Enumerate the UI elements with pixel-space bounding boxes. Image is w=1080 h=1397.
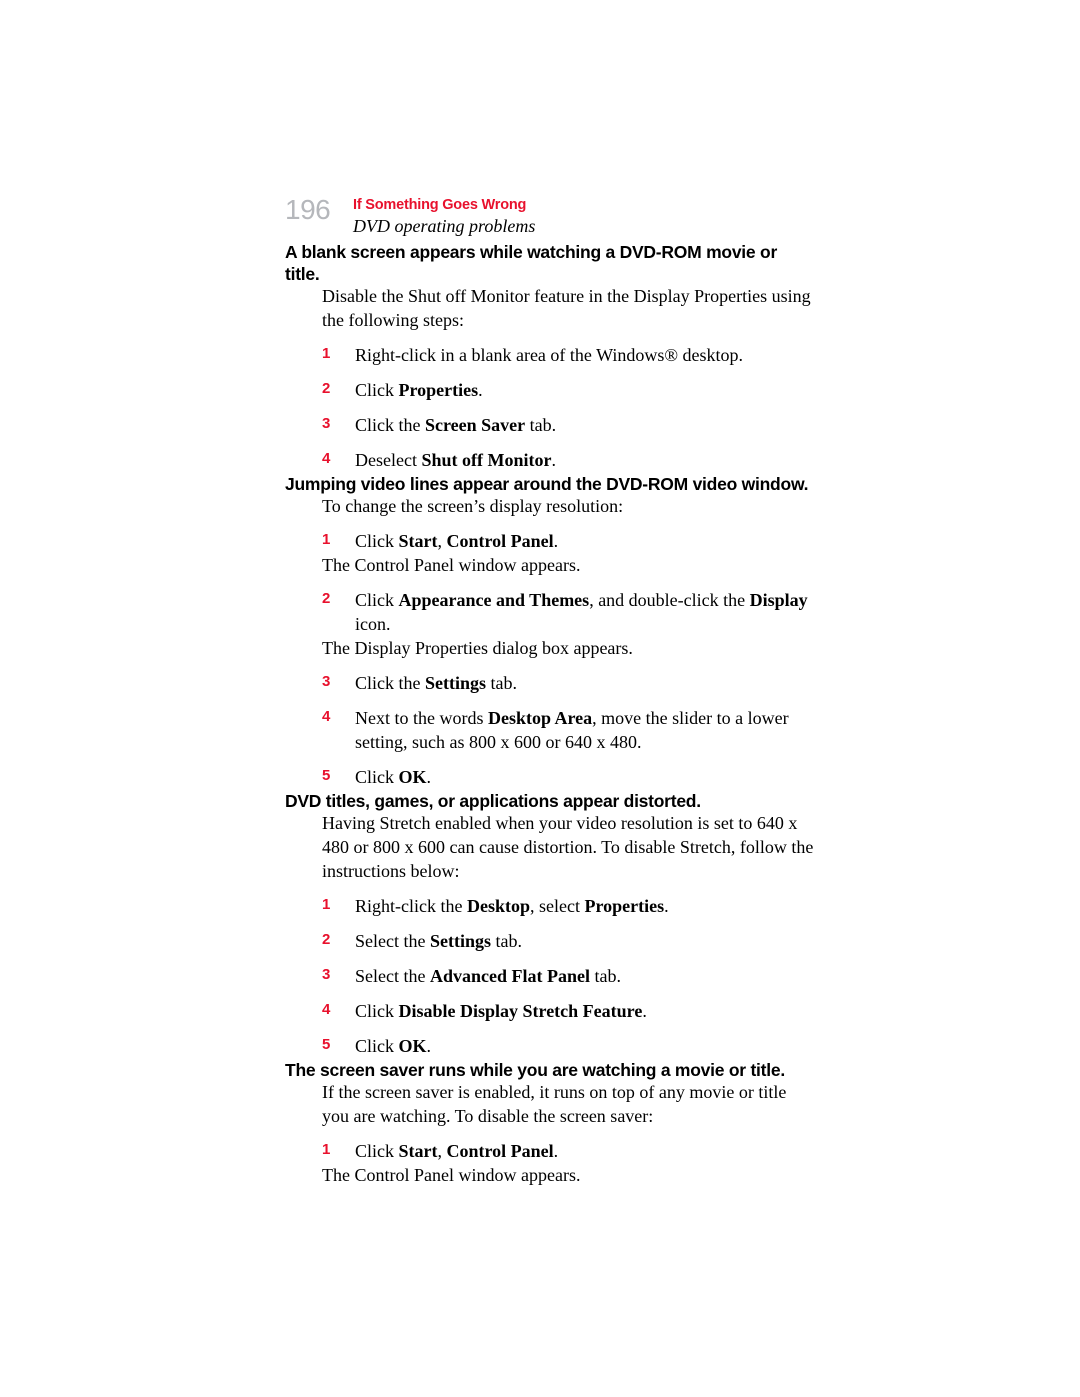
step-number: 3 — [322, 415, 331, 433]
step-item: 1 Right-click the Desktop, select Propert… — [285, 895, 815, 919]
step-number: 4 — [322, 1000, 331, 1018]
step-text: Right-click the Desktop, select Properti… — [355, 895, 669, 916]
step-text: Click Start, Control Panel. — [355, 1140, 559, 1161]
step-note: The Display Properties dialog box appear… — [322, 638, 633, 658]
step-item: 3 Select the Advanced Flat Panel tab. — [285, 965, 815, 989]
steps-list: 1 Right-click in a blank area of the Wind… — [285, 344, 815, 473]
section-heading: Jumping video lines appear around the DV… — [285, 473, 809, 494]
steps-list: 1 Click Start, Control Panel. The Control … — [285, 1140, 815, 1188]
step-text: Right-click in a blank area of the Windo… — [355, 345, 744, 366]
document-page: 196 If Something Goes Wrong DVD operatin… — [0, 0, 1080, 1397]
steps-list: 1 Click Start, Control Panel. The Control … — [285, 530, 815, 789]
step-number: 1 — [322, 345, 331, 363]
section-intro-paragraph: To change the screen’s display resolutio… — [322, 496, 624, 517]
step-text: Click OK. — [355, 766, 432, 787]
step-number: 2 — [322, 590, 331, 608]
steps-list: 1 Right-click the Desktop, select Propert… — [285, 895, 815, 1059]
step-item: 4 Click Disable Display Stretch Feature. — [285, 1000, 815, 1024]
step-item: 5 Click OK. — [285, 766, 815, 790]
chapter-title: If Something Goes Wrong — [353, 197, 527, 213]
page-content: 196 If Something Goes Wrong DVD operatin… — [285, 196, 815, 1188]
section-heading: DVD titles, games, or applications appea… — [285, 790, 701, 811]
step-text: Click Disable Display Stretch Feature. — [355, 1000, 647, 1021]
page-number: 196 — [285, 194, 331, 225]
step-text: Select the Settings tab. — [355, 930, 522, 951]
step-item: 5 Click OK. — [285, 1035, 815, 1059]
step-item: 3 Click the Screen Saver tab. — [285, 414, 815, 438]
step-text: Click Properties. — [355, 380, 483, 401]
section-heading: The screen saver runs while you are watc… — [285, 1059, 785, 1080]
step-item: 4 Deselect Shut off Monitor. — [285, 449, 815, 473]
step-item: 1 Click Start, Control Panel. — [285, 1140, 815, 1164]
step-text: Deselect Shut off Monitor. — [355, 449, 556, 470]
step-number: 5 — [322, 766, 331, 784]
section-heading: A blank screen appears while watching a … — [285, 241, 778, 284]
step-text: Click the Settings tab. — [355, 672, 518, 693]
section-intro-paragraph: Having Stretch enabled when your video r… — [322, 813, 814, 881]
step-item: 4 Next to the words Desktop Area, move th… — [285, 707, 815, 755]
step-number: 3 — [322, 965, 331, 983]
step-number: 5 — [322, 1035, 331, 1053]
step-number: 1 — [322, 531, 331, 549]
section-intro-paragraph: If the screen saver is enabled, it runs … — [322, 1081, 787, 1126]
section-title: DVD operating problems — [353, 216, 536, 237]
step-item: 2 Click Appearance and Themes, and double… — [285, 589, 815, 637]
step-text: Click OK. — [355, 1035, 432, 1056]
sections-container: A blank screen appears while watching a … — [285, 241, 815, 1188]
step-item: 1 Right-click in a blank area of the Wind… — [285, 344, 815, 368]
step-note: The Control Panel window appears. — [322, 1164, 581, 1185]
step-number: 1 — [322, 895, 331, 913]
step-number: 4 — [322, 707, 331, 725]
step-text: Click Appearance and Themes, and double-… — [355, 590, 808, 635]
step-number: 1 — [322, 1140, 331, 1158]
step-item: 1 Click Start, Control Panel. — [285, 530, 815, 554]
step-text: Click Start, Control Panel. — [355, 531, 559, 552]
step-number: 2 — [322, 380, 331, 398]
header-text-block: If Something Goes Wrong DVD operating pr… — [353, 196, 815, 239]
step-item: 3 Click the Settings tab. — [285, 672, 815, 696]
step-text: Next to the words Desktop Area, move the… — [355, 707, 789, 752]
section-intro-paragraph: Disable the Shut off Monitor feature in … — [322, 286, 811, 331]
step-number: 2 — [322, 930, 331, 948]
step-number: 4 — [322, 449, 331, 467]
step-note: The Control Panel window appears. — [322, 555, 581, 576]
step-item: 2 Select the Settings tab. — [285, 930, 815, 954]
step-number: 3 — [322, 672, 331, 690]
step-text: Click the Screen Saver tab. — [355, 415, 557, 436]
page-header: 196 If Something Goes Wrong DVD operatin… — [285, 196, 815, 239]
step-item: 2 Click Properties. — [285, 379, 815, 403]
step-text: Select the Advanced Flat Panel tab. — [355, 965, 621, 986]
